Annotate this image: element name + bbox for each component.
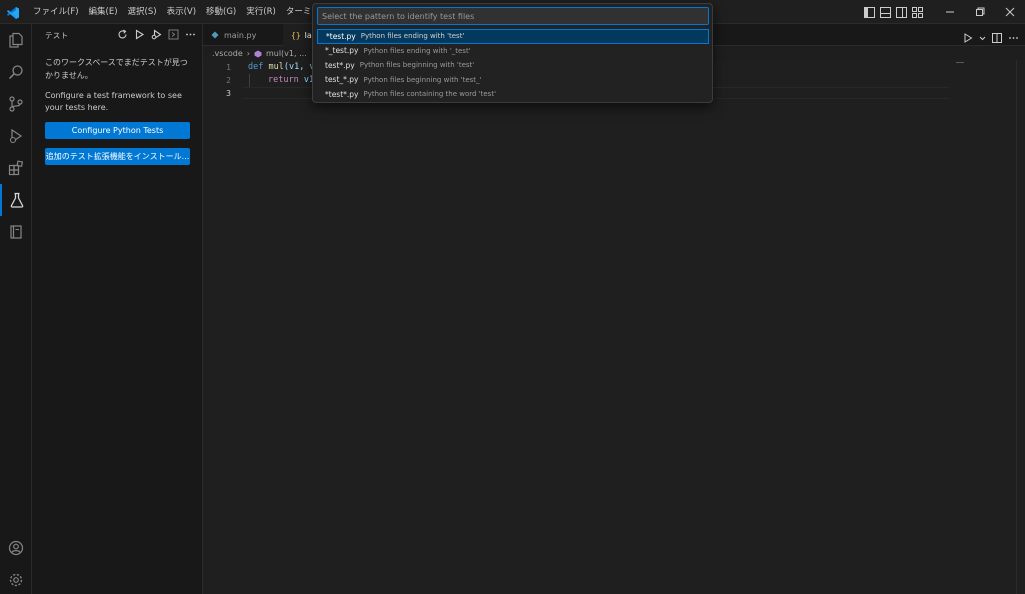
symbol-method-icon bbox=[254, 50, 262, 57]
quick-pick-item-label: test_*.py bbox=[325, 75, 359, 85]
configure-description: Configure a test framework to see your t… bbox=[45, 91, 182, 112]
menu-bar: ファイル(F) 編集(E) 選択(S) 表示(V) 移動(G) 実行(R) ター… bbox=[28, 0, 345, 24]
quick-pick-item-description: Python files ending with 'test' bbox=[360, 32, 465, 41]
split-editor-icon[interactable] bbox=[992, 28, 1002, 47]
extensions-icon[interactable] bbox=[0, 152, 32, 184]
code-function-name: mul bbox=[268, 62, 284, 72]
show-output-icon[interactable] bbox=[167, 28, 180, 41]
close-icon[interactable] bbox=[995, 0, 1025, 24]
line-number: 2 bbox=[226, 76, 231, 85]
indent-guide bbox=[249, 74, 250, 87]
account-icon[interactable] bbox=[0, 532, 32, 564]
toggle-panel-icon[interactable] bbox=[877, 0, 893, 24]
quick-pick-item-description: Python files ending with '_test' bbox=[363, 46, 471, 55]
settings-gear-icon[interactable] bbox=[0, 564, 32, 594]
search-icon[interactable] bbox=[0, 56, 32, 88]
breadcrumb-symbol[interactable]: mul(v1, ... bbox=[266, 49, 307, 58]
run-python-file-icon[interactable] bbox=[963, 28, 973, 47]
code-keyword: def bbox=[248, 62, 264, 72]
source-control-icon[interactable] bbox=[0, 88, 32, 120]
vscode-logo-icon bbox=[6, 5, 20, 19]
quick-pick-dialog: *test.py Python files ending with 'test'… bbox=[312, 3, 713, 103]
python-file-icon bbox=[211, 31, 219, 39]
sidebar-title: テスト bbox=[45, 31, 69, 40]
run-debug-icon[interactable] bbox=[0, 120, 32, 152]
menu-run[interactable]: 実行(R) bbox=[241, 0, 281, 24]
json-file-icon: {} bbox=[291, 30, 301, 40]
quick-pick-item-description: Python files containing the word 'test' bbox=[363, 90, 497, 99]
run-all-tests-icon[interactable] bbox=[133, 28, 146, 41]
code-line-2: return v1 bbox=[268, 75, 314, 85]
more-actions-icon[interactable] bbox=[184, 28, 197, 41]
line-number: 3 bbox=[226, 89, 231, 98]
quick-pick-item-label: *_test.py bbox=[325, 46, 359, 56]
quick-pick-item-label: test*.py bbox=[325, 60, 355, 70]
notebook-icon[interactable] bbox=[0, 216, 32, 248]
refresh-tests-icon[interactable] bbox=[116, 28, 129, 41]
minimize-icon[interactable] bbox=[935, 0, 965, 24]
quick-pick-input[interactable] bbox=[317, 7, 709, 25]
toggle-secondary-sidebar-icon[interactable] bbox=[893, 0, 909, 24]
menu-go[interactable]: 移動(G) bbox=[201, 0, 241, 24]
breadcrumb-folder[interactable]: .vscode bbox=[212, 49, 243, 58]
menu-selection[interactable]: 選択(S) bbox=[123, 0, 162, 24]
editor-more-actions-icon[interactable] bbox=[1008, 28, 1019, 47]
quick-pick-item[interactable]: test_*.py Python files beginning with 't… bbox=[317, 73, 709, 88]
no-tests-message: このワークスペースでまだテストが見つかりません。 bbox=[45, 58, 188, 80]
sidebar-header: テスト bbox=[32, 24, 203, 46]
menu-view[interactable]: 表示(V) bbox=[162, 0, 201, 24]
quick-pick-item[interactable]: *test*.py Python files containing the wo… bbox=[317, 87, 709, 102]
run-dropdown-chevron-icon[interactable] bbox=[979, 28, 986, 47]
quick-pick-item[interactable]: *test.py Python files ending with 'test' bbox=[317, 29, 709, 44]
tab-main-py[interactable]: main.py bbox=[203, 24, 281, 46]
vertical-scrollbar[interactable] bbox=[1016, 60, 1017, 594]
restore-icon[interactable] bbox=[965, 0, 995, 24]
install-test-extensions-button[interactable]: 追加のテスト拡張機能をインストール... bbox=[45, 148, 190, 165]
quick-pick-item-label: *test*.py bbox=[325, 89, 359, 99]
toggle-primary-sidebar-icon[interactable] bbox=[861, 0, 877, 24]
breadcrumb: .vscode › mul(v1, ... bbox=[212, 49, 307, 58]
tab-label: la bbox=[304, 30, 312, 40]
code-line-1: def mul(v1, v bbox=[248, 62, 315, 72]
code-editor[interactable] bbox=[203, 60, 1025, 594]
quick-pick-item-label: *test.py bbox=[326, 31, 356, 41]
debug-all-tests-icon[interactable] bbox=[150, 28, 163, 41]
tab-launch-json[interactable]: {} la bbox=[283, 24, 313, 46]
testing-icon[interactable] bbox=[0, 184, 32, 216]
activity-bar bbox=[0, 24, 32, 594]
explorer-icon[interactable] bbox=[0, 24, 32, 56]
quick-pick-item-description: Python files beginning with 'test' bbox=[359, 61, 475, 70]
menu-file[interactable]: ファイル(F) bbox=[28, 0, 84, 24]
quick-pick-list: *test.py Python files ending with 'test'… bbox=[317, 29, 709, 102]
quick-pick-item[interactable]: test*.py Python files beginning with 'te… bbox=[317, 58, 709, 73]
testing-sidebar: テスト このワークスペースでまだテストが見つかりません。 Configure a… bbox=[32, 24, 203, 594]
minimap[interactable] bbox=[956, 62, 964, 63]
code-keyword: return bbox=[268, 75, 299, 85]
line-number: 1 bbox=[226, 63, 231, 72]
configure-python-tests-button[interactable]: Configure Python Tests bbox=[45, 122, 190, 139]
breadcrumb-chevron-icon: › bbox=[246, 49, 250, 58]
customize-layout-icon[interactable] bbox=[909, 0, 925, 24]
code-params: (v1, v bbox=[283, 62, 315, 72]
quick-pick-item[interactable]: *_test.py Python files ending with '_tes… bbox=[317, 44, 709, 59]
menu-edit[interactable]: 編集(E) bbox=[84, 0, 123, 24]
quick-pick-item-description: Python files beginning with 'test_' bbox=[363, 75, 482, 84]
tab-label: main.py bbox=[224, 30, 257, 40]
